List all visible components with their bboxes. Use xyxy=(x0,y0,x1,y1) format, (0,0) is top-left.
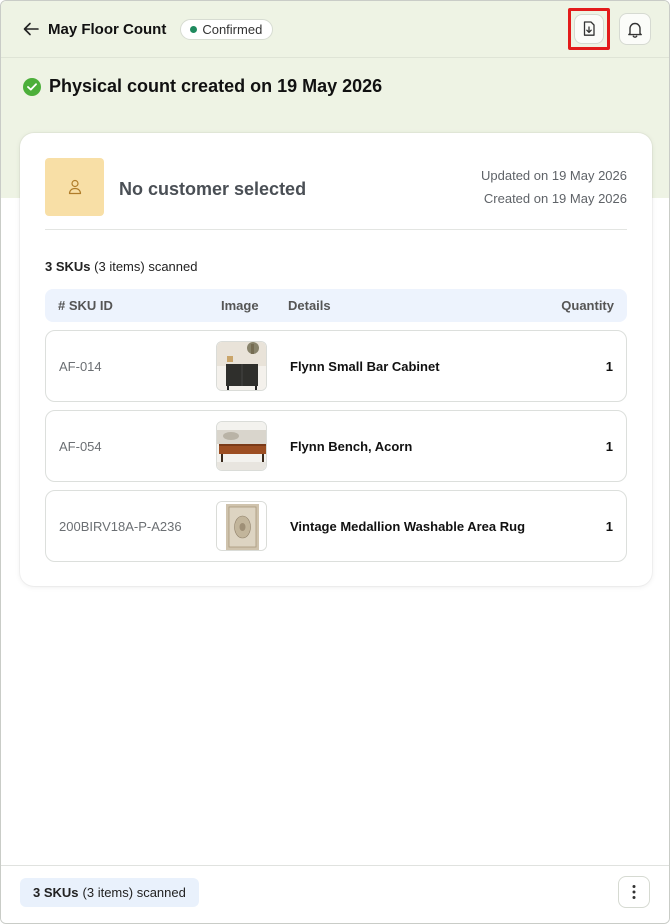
more-options-button[interactable] xyxy=(618,876,650,908)
table-header: # SKU ID Image Details Quantity xyxy=(45,289,627,322)
status-badge: Confirmed xyxy=(180,18,274,40)
sku-id: AF-054 xyxy=(59,439,102,454)
user-icon xyxy=(68,179,81,195)
notifications-button[interactable] xyxy=(619,13,651,45)
table-row[interactable]: AF-014 Flynn Small Bar Cabinet 1 xyxy=(45,330,627,402)
product-name: Flynn Small Bar Cabinet xyxy=(290,359,440,374)
divider xyxy=(45,229,627,230)
sku-id: 200BIRV18A-P-A236 xyxy=(59,519,182,534)
column-quantity: Quantity xyxy=(561,298,614,313)
download-button[interactable] xyxy=(574,14,604,44)
column-details: Details xyxy=(288,298,331,313)
banner-text: Physical count created on 19 May 2026 xyxy=(49,76,383,96)
product-thumbnail-bench xyxy=(216,421,267,471)
app-frame: May Floor Count Confirmed Physical count… xyxy=(0,0,670,924)
footer-scan-summary: 3 SKUs (3 items) scanned xyxy=(20,878,199,907)
product-name: Vintage Medallion Washable Area Rug xyxy=(290,519,526,534)
header-actions xyxy=(568,8,651,50)
bell-icon xyxy=(628,22,642,38)
arrow-left-icon xyxy=(23,22,39,36)
column-sku: # SKU ID xyxy=(58,298,113,313)
updated-date: Updated on 19 May 2026 xyxy=(481,168,627,183)
count-card: No customer selected Updated on 19 May 2… xyxy=(20,133,652,586)
footer-item-count: (3 items) scanned xyxy=(82,885,186,900)
page-title: May Floor Count xyxy=(48,20,167,38)
scan-summary: 3 SKUs (3 items) scanned xyxy=(45,259,197,274)
status-label: Confirmed xyxy=(202,21,263,37)
sku-id: AF-014 xyxy=(59,359,102,374)
bottom-bar: 3 SKUs (3 items) scanned xyxy=(1,865,669,923)
quantity: 1 xyxy=(605,519,613,534)
column-image: Image xyxy=(221,298,259,313)
status-dot-icon xyxy=(190,25,198,33)
customer-name[interactable]: No customer selected xyxy=(119,179,306,200)
confirmation-banner: Physical count created on 19 May 2026 xyxy=(23,76,382,97)
quantity: 1 xyxy=(605,439,613,454)
item-count: (3 items) scanned xyxy=(94,259,198,274)
back-button[interactable] xyxy=(21,19,41,39)
download-file-icon xyxy=(583,21,595,36)
product-thumbnail-bar-cabinet xyxy=(216,341,267,391)
more-vertical-icon xyxy=(632,885,636,899)
quantity: 1 xyxy=(605,359,613,374)
sku-count: 3 SKUs xyxy=(45,259,91,274)
product-thumbnail-rug xyxy=(216,501,267,551)
table-row[interactable]: AF-054 Flynn Bench, Acorn 1 xyxy=(45,410,627,482)
table-row[interactable]: 200BIRV18A-P-A236 Vintage Medallion Wash… xyxy=(45,490,627,562)
customer-avatar[interactable] xyxy=(45,158,104,216)
check-circle-icon xyxy=(23,77,41,96)
timestamps: Updated on 19 May 2026 Created on 19 May… xyxy=(481,164,627,210)
product-name: Flynn Bench, Acorn xyxy=(290,439,413,454)
top-bar: May Floor Count Confirmed xyxy=(1,1,669,58)
download-highlight xyxy=(568,8,610,50)
footer-sku-count: 3 SKUs xyxy=(33,885,79,900)
created-date: Created on 19 May 2026 xyxy=(483,191,627,206)
